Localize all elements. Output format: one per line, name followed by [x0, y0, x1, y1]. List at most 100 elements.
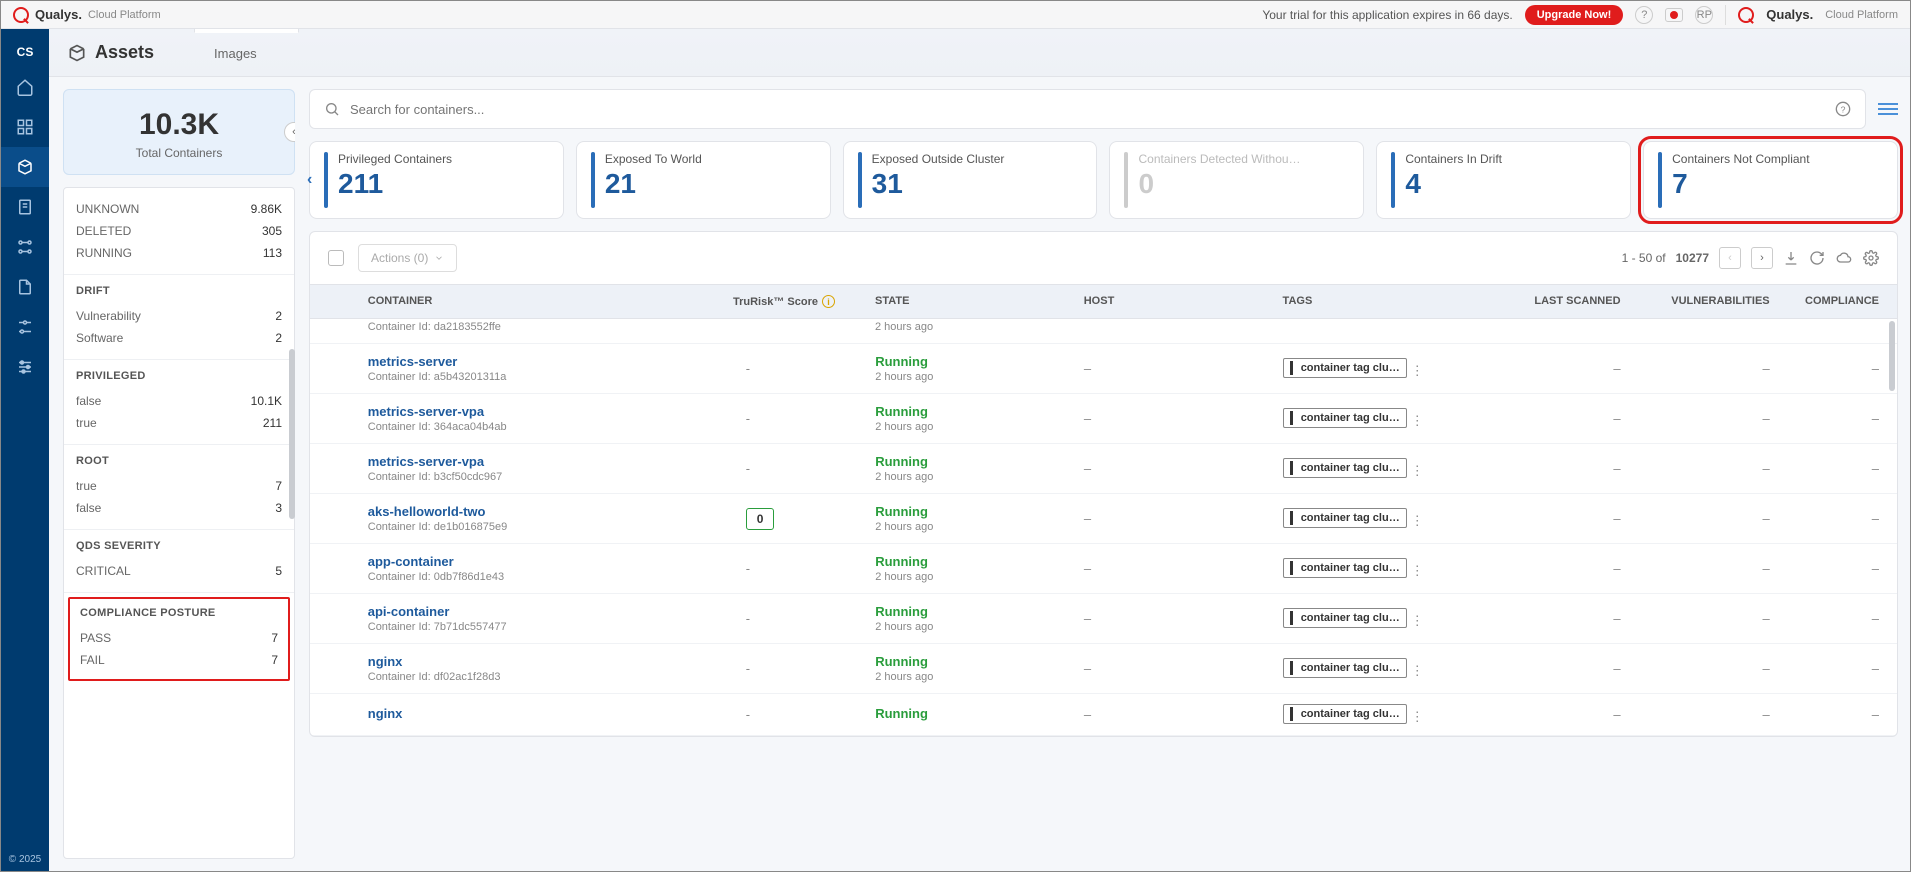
table-row[interactable]: metrics-server-vpaContainer Id: b3cf50cd…: [310, 444, 1897, 494]
facet-row[interactable]: Software2: [76, 327, 282, 349]
sidebar-home-icon[interactable]: [1, 67, 49, 107]
tag-chip[interactable]: container tag clu…: [1283, 408, 1407, 428]
kpi-card[interactable]: Containers Not Compliant7: [1643, 141, 1898, 219]
tag-more-icon[interactable]: ⋮: [1411, 663, 1424, 678]
facet-row[interactable]: Vulnerability2: [76, 305, 282, 327]
sidebar-app-label[interactable]: CS: [17, 37, 34, 67]
facet-row[interactable]: true211: [76, 412, 282, 434]
facet-row[interactable]: UNKNOWN9.86K: [76, 198, 282, 220]
tag-chip[interactable]: container tag clu…: [1283, 658, 1407, 678]
table-row[interactable]: api-containerContainer Id: 7b71dc557477-…: [310, 594, 1897, 644]
menu-icon[interactable]: [1878, 103, 1898, 115]
assets-icon: [67, 43, 87, 63]
collapse-panel-button[interactable]: ‹: [284, 122, 295, 142]
tag-more-icon[interactable]: ⋮: [1411, 413, 1424, 428]
sidebar-dashboard-icon[interactable]: [1, 107, 49, 147]
container-name-link[interactable]: app-container: [368, 554, 686, 569]
refresh-icon[interactable]: [1809, 250, 1825, 266]
select-all-checkbox[interactable]: [328, 250, 344, 266]
upgrade-button[interactable]: Upgrade Now!: [1525, 5, 1624, 25]
table-row[interactable]: metrics-serverContainer Id: a5b43201311a…: [310, 344, 1897, 394]
facet-posture-title: COMPLIANCE POSTURE: [80, 607, 278, 619]
table-row[interactable]: aks-helloworld-twoContainer Id: de1b0168…: [310, 494, 1897, 544]
kpi-card[interactable]: Exposed To World21: [576, 141, 831, 219]
table-row[interactable]: nginxContainer Id: df02ac1f28d3-Running2…: [310, 644, 1897, 694]
gear-icon[interactable]: [1863, 250, 1879, 266]
prev-page-button[interactable]: ‹: [1719, 247, 1741, 269]
col-state[interactable]: STATE: [875, 295, 1084, 308]
next-page-button[interactable]: ›: [1751, 247, 1773, 269]
sidebar-file-icon[interactable]: [1, 267, 49, 307]
search-box[interactable]: ?: [309, 89, 1866, 129]
qualys-logo-icon: [13, 7, 29, 23]
container-name-link[interactable]: metrics-server-vpa: [368, 454, 686, 469]
help-icon[interactable]: ?: [1635, 6, 1653, 24]
brand-sub: Cloud Platform: [88, 9, 161, 21]
tag-chip[interactable]: container tag clu…: [1283, 508, 1407, 528]
table-row[interactable]: metrics-server-vpaContainer Id: 364aca04…: [310, 394, 1897, 444]
table-row[interactable]: app-containerContainer Id: 0db7f86d1e43-…: [310, 544, 1897, 594]
kpi-card[interactable]: Containers Detected Withou…0: [1109, 141, 1364, 219]
cloud-icon[interactable]: [1835, 250, 1853, 266]
container-name-link[interactable]: metrics-server: [368, 354, 686, 369]
col-comp[interactable]: COMPLIANCE: [1770, 295, 1879, 308]
kpi-card[interactable]: Containers In Drift4: [1376, 141, 1631, 219]
tag-more-icon[interactable]: ⋮: [1411, 613, 1424, 628]
tag-chip[interactable]: container tag clu…: [1283, 358, 1407, 378]
sidebar-config-icon[interactable]: [1, 307, 49, 347]
sidebar-reports-icon[interactable]: [1, 187, 49, 227]
sidebar-assets-icon[interactable]: [1, 147, 49, 187]
table-scrollbar[interactable]: [1889, 321, 1895, 391]
tag-chip[interactable]: container tag clu…: [1283, 458, 1407, 478]
record-icon[interactable]: [1665, 8, 1683, 22]
info-icon[interactable]: i: [822, 295, 835, 308]
search-input[interactable]: [350, 102, 1825, 117]
facet-row[interactable]: DELETED305: [76, 220, 282, 242]
facet-row[interactable]: PASS7: [80, 627, 278, 649]
container-name-link[interactable]: nginx: [368, 706, 686, 721]
container-name-link[interactable]: nginx: [368, 654, 686, 669]
table-header: CONTAINER TruRisk™ Scorei STATE HOST TAG…: [310, 284, 1897, 319]
col-scanned[interactable]: LAST SCANNED: [1491, 295, 1620, 308]
kpi-card[interactable]: Exposed Outside Cluster31: [843, 141, 1098, 219]
container-name-link[interactable]: aks-helloworld-two: [368, 504, 686, 519]
facet-row[interactable]: true7: [76, 475, 282, 497]
tag-chip[interactable]: container tag clu…: [1283, 558, 1407, 578]
avatar[interactable]: RP: [1695, 6, 1713, 24]
tag-more-icon[interactable]: ⋮: [1411, 563, 1424, 578]
actions-dropdown[interactable]: Actions (0): [358, 244, 457, 272]
col-host[interactable]: HOST: [1084, 295, 1283, 308]
kpi-scroll-left[interactable]: ‹: [307, 171, 312, 189]
col-trurisk[interactable]: TruRisk™ Scorei: [686, 295, 875, 308]
tag-more-icon[interactable]: ⋮: [1411, 463, 1424, 478]
container-name-link[interactable]: metrics-server-vpa: [368, 404, 686, 419]
tag-chip[interactable]: container tag clu…: [1283, 608, 1407, 628]
tab-images[interactable]: Images: [194, 32, 299, 75]
col-container[interactable]: CONTAINER: [368, 295, 686, 308]
sidebar-policies-icon[interactable]: [1, 227, 49, 267]
facet-scrollbar[interactable]: [289, 349, 295, 519]
tag-more-icon[interactable]: ⋮: [1411, 363, 1424, 378]
compliance-posture-highlight: COMPLIANCE POSTURE PASS7FAIL7: [68, 597, 290, 681]
facet-row[interactable]: FAIL7: [80, 649, 278, 671]
qualys-logo-icon: [1738, 7, 1754, 23]
download-icon[interactable]: [1783, 250, 1799, 266]
facet-row[interactable]: RUNNING113: [76, 242, 282, 264]
sidebar-settings-icon[interactable]: [1, 347, 49, 387]
col-tags[interactable]: TAGS: [1283, 295, 1492, 308]
tag-more-icon[interactable]: ⋮: [1411, 513, 1424, 528]
col-vuln[interactable]: VULNERABILITIES: [1621, 295, 1770, 308]
container-name-link[interactable]: api-container: [368, 604, 686, 619]
tag-more-icon[interactable]: ⋮: [1411, 709, 1424, 724]
facet-row[interactable]: false3: [76, 497, 282, 519]
search-help-icon[interactable]: ?: [1835, 101, 1851, 117]
facet-drift-title: DRIFT: [76, 285, 282, 297]
tag-chip[interactable]: container tag clu…: [1283, 704, 1407, 724]
table-row[interactable]: nginx-Running–container tag clu…⋮–––: [310, 694, 1897, 736]
sidebar-nav: CS © 2025: [1, 29, 49, 871]
kpi-card[interactable]: Privileged Containers211: [309, 141, 564, 219]
facet-row[interactable]: false10.1K: [76, 390, 282, 412]
facet-row[interactable]: CRITICAL5: [76, 560, 282, 582]
table-row[interactable]: Container Id: da2183552ffe2 hours ago: [310, 319, 1897, 344]
kpi-row: ‹ Privileged Containers211Exposed To Wor…: [309, 141, 1898, 219]
